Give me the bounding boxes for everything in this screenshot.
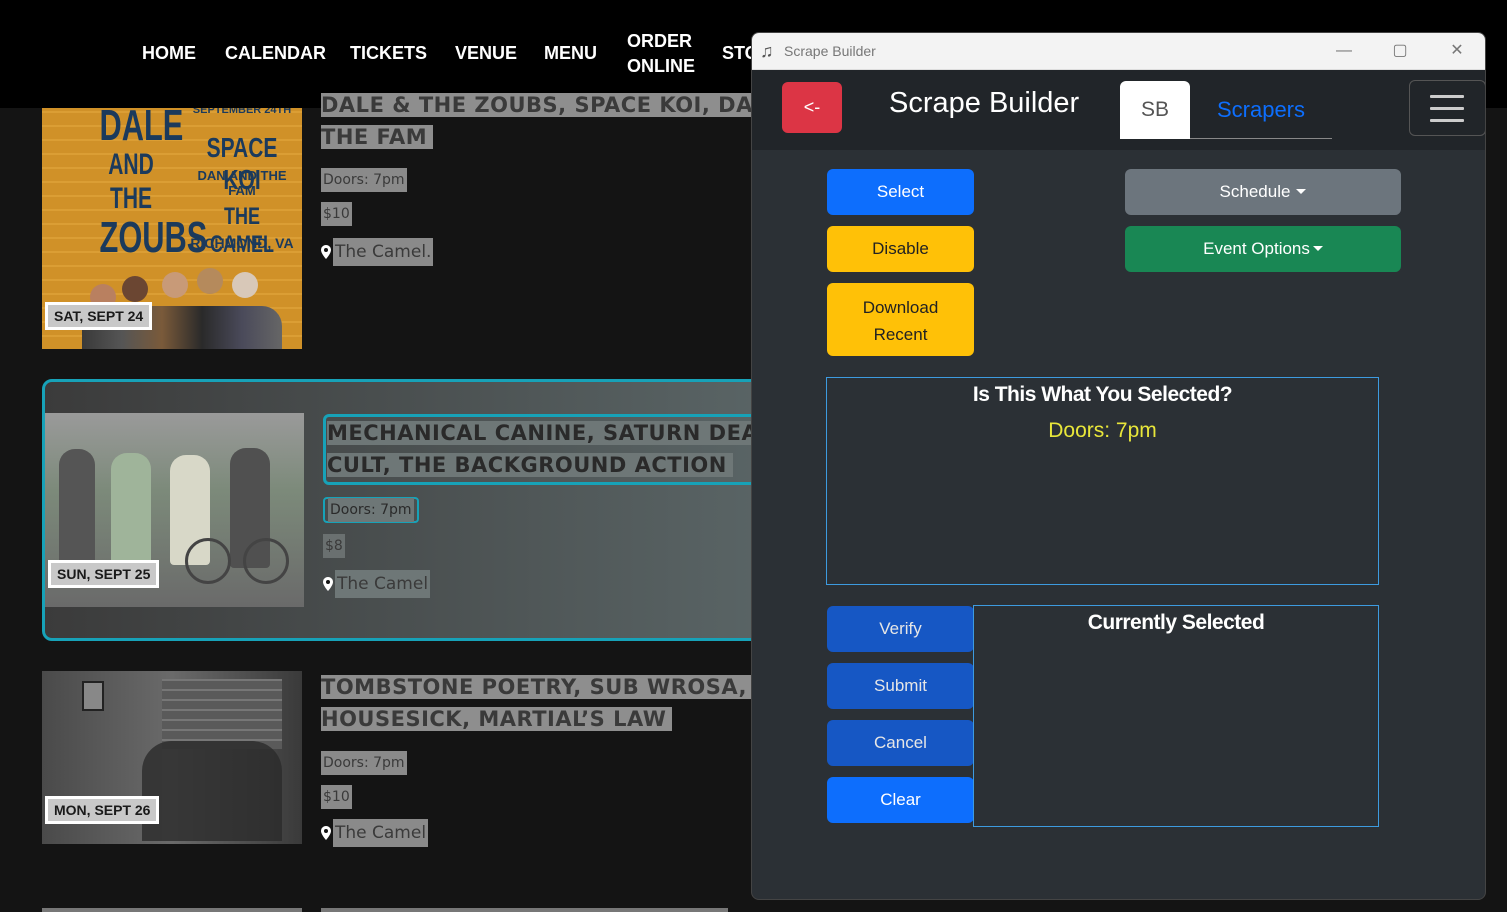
event-title[interactable]: DALE & THE ZOUBS, SPACE KOI, DAN THE FAM: [321, 89, 777, 153]
date-badge: MON, SEPT 26: [45, 796, 160, 824]
event-title-line: HOUSESICK, MARTIAL’S LAW: [321, 707, 673, 731]
button-label: Download: [862, 298, 939, 317]
event-title[interactable]: TOMBSTONE POETRY, SUB WROSA, HOUSESICK, …: [321, 671, 753, 735]
verify-button[interactable]: Verify: [827, 606, 974, 652]
event-title-line: THE FAM: [321, 125, 434, 149]
date-badge: SAT, SEPT 24: [45, 302, 153, 330]
event-title-line: TOMBSTONE POETRY, SUB WROSA,: [321, 675, 753, 699]
event-price[interactable]: $10: [321, 202, 352, 226]
window-title: Scrape Builder: [784, 43, 876, 59]
minimize-icon[interactable]: —: [1324, 37, 1364, 65]
submit-button[interactable]: Submit: [827, 663, 974, 709]
app-header: <- Scrape Builder SB Scrapers: [752, 70, 1485, 150]
back-button[interactable]: <-: [782, 82, 842, 133]
next-event-title: [321, 908, 728, 912]
event-title-line: DALE & THE ZOUBS, SPACE KOI, DAN: [321, 93, 777, 117]
music-note-icon: ♫: [760, 41, 774, 61]
button-label: Event Options: [1203, 239, 1310, 258]
next-event-image: [42, 908, 302, 912]
poster-text: RICHMOND, VA: [190, 235, 294, 251]
event-price[interactable]: $10: [321, 785, 352, 809]
event-venue[interactable]: The Camel: [321, 819, 429, 847]
date-text: SUN, SEPT 25: [51, 563, 157, 585]
event-doors[interactable]: Doors: 7pm: [321, 168, 407, 192]
event-title-line: MECHANICAL CANINE, SATURN DEA: [327, 421, 765, 445]
clear-button[interactable]: Clear: [827, 777, 974, 823]
download-recent-button[interactable]: Download Recent: [827, 283, 974, 356]
nav-home[interactable]: HOME: [142, 41, 196, 66]
schedule-dropdown[interactable]: Schedule: [1125, 169, 1401, 215]
event-title[interactable]: MECHANICAL CANINE, SATURN DEA CULT, THE …: [327, 417, 765, 481]
select-button[interactable]: Select: [827, 169, 974, 215]
date-badge: SUN, SEPT 25: [48, 560, 160, 588]
date-text: SAT, SEPT 24: [48, 305, 150, 327]
hamburger-menu-button[interactable]: [1409, 80, 1485, 136]
caret-down-icon: [1312, 246, 1323, 251]
button-label: Schedule: [1219, 182, 1291, 201]
window-titlebar[interactable]: ♫ Scrape Builder — ▢ ✕: [752, 33, 1485, 70]
map-pin-icon: [321, 245, 331, 259]
tab-sb[interactable]: SB: [1120, 81, 1190, 139]
nav-venue[interactable]: VENUE: [455, 41, 517, 66]
nav-tickets[interactable]: TICKETS: [350, 41, 427, 66]
maximize-icon[interactable]: ▢: [1380, 37, 1420, 65]
event-doors[interactable]: Doors: 7pm: [321, 751, 407, 775]
event-options-dropdown[interactable]: Event Options: [1125, 226, 1401, 272]
map-pin-icon: [321, 826, 331, 840]
selection-preview-panel: Is This What You Selected? Doors: 7pm: [826, 377, 1379, 585]
nav-calendar[interactable]: CALENDAR: [225, 41, 326, 66]
tab-scrapers[interactable]: Scrapers: [1190, 81, 1332, 139]
event-price[interactable]: $8: [323, 534, 345, 558]
poster-text: SEPTEMBER 24TH: [192, 108, 292, 116]
date-text: MON, SEPT 26: [48, 799, 157, 821]
current-heading: Currently Selected: [1087, 611, 1265, 634]
app-title: Scrape Builder: [889, 87, 1080, 119]
event-doors[interactable]: Doors: 7pm: [323, 497, 419, 523]
map-pin-icon: [323, 577, 333, 591]
nav-menu[interactable]: MENU: [544, 41, 597, 66]
caret-down-icon: [1296, 189, 1307, 194]
event-title-line: CULT, THE BACKGROUND ACTION: [327, 453, 733, 477]
poster-text: AND THE: [108, 148, 154, 215]
poster-text: ZOUBS: [99, 213, 208, 262]
poster-text: DALE: [99, 108, 184, 150]
poster-text: DAN AND THE FAM: [197, 168, 287, 198]
button-label: Recent: [873, 325, 928, 344]
disable-button[interactable]: Disable: [827, 226, 974, 272]
event-venue[interactable]: The Camel: [323, 570, 431, 598]
event-venue[interactable]: The Camel.: [321, 238, 434, 266]
preview-value: Doors: 7pm: [1048, 419, 1157, 442]
preview-heading: Is This What You Selected?: [972, 383, 1233, 406]
scrape-builder-window: ♫ Scrape Builder — ▢ ✕ <- Scrape Builder…: [751, 32, 1486, 900]
close-icon[interactable]: ✕: [1437, 37, 1477, 65]
currently-selected-panel: Currently Selected: [973, 605, 1379, 827]
cancel-button[interactable]: Cancel: [827, 720, 974, 766]
hamburger-icon: [1430, 95, 1464, 98]
nav-order-online[interactable]: ORDER ONLINE: [627, 29, 707, 79]
